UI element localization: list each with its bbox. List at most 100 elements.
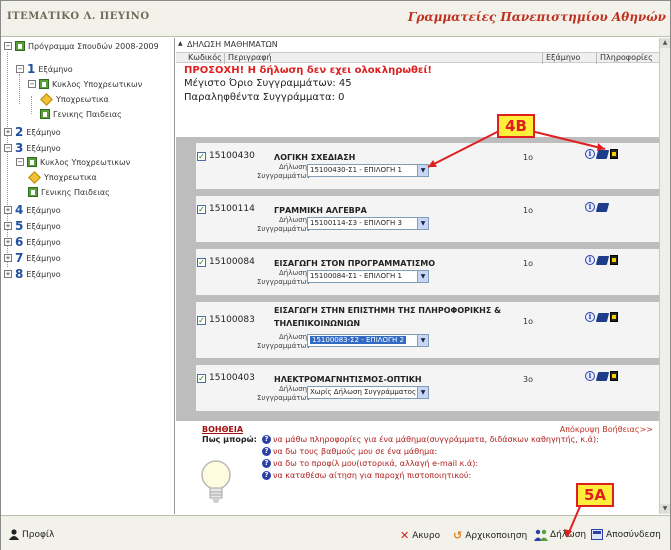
course-row: ✓ 15100114 ΓΡΑΜΜΙΚΗ ΑΛΓΕΒΡΑ Δήλωση Συγγρ…: [196, 196, 659, 242]
tree-semester-1[interactable]: − 1 Εξάμηνο: [16, 62, 73, 76]
reset-button[interactable]: ↺ Αρχικοποιηση: [453, 529, 527, 542]
collapse-icon[interactable]: −: [16, 158, 24, 166]
brand-logo-text: ΙΤΕΜΑΤΙΚΟ Λ. ΠΕΥΙΝΟ: [7, 11, 150, 22]
help-link-profile[interactable]: ? να δω το προφίλ μου(ιστορικά, αλλαγή e-…: [262, 459, 478, 468]
tree-leaf-general[interactable]: Γενικης Παιδειας: [40, 109, 122, 119]
help-title: ΒΟΗΘΕΙΑ: [202, 425, 244, 434]
books-icon[interactable]: [595, 313, 610, 322]
book-select[interactable]: Χωρίς Δήλωση Συγγράμματος ▼: [307, 386, 429, 399]
course-info-icons: i: [585, 312, 618, 322]
course-name-line: ΤΗΛΕΠΙΚΟΙΝΩΝΙΩΝ: [274, 319, 361, 328]
help-link-certificate[interactable]: ? να καταθέσω αίτηση για παροχή πιστοποιη…: [262, 471, 471, 480]
books-label: Συγγραμμάτων: [257, 172, 311, 180]
semester-number: 6: [15, 235, 24, 249]
semester-label: Εξάμηνο: [26, 221, 61, 231]
chevron-down-icon[interactable]: ▼: [417, 165, 428, 176]
hide-help-link[interactable]: Απόκρυψη Βοήθειας>>: [560, 425, 653, 434]
leaf-label: Γενικης Παιδειας: [41, 187, 110, 197]
collapse-icon[interactable]: −: [28, 80, 36, 88]
chevron-down-icon[interactable]: ▼: [417, 387, 428, 398]
branch-label: Κυκλος Υποχρεωτικων: [52, 79, 143, 89]
chevron-down-icon[interactable]: ▼: [417, 335, 428, 346]
grades-icon[interactable]: [610, 149, 618, 159]
expand-icon[interactable]: +: [4, 128, 12, 136]
help-link-text: να δω το προφίλ μου(ιστορικά, αλλαγή e-m…: [273, 459, 479, 468]
tree-root[interactable]: − Πρόγραμμα Σπουδών 2008-2009: [4, 41, 168, 51]
expand-icon[interactable]: +: [4, 222, 12, 230]
grades-icon[interactable]: [610, 312, 618, 322]
semester-number: 5: [15, 219, 24, 233]
book-select[interactable]: 15100114-Σ3 - ΕΠΙΛΟΓΗ 3 ▼: [307, 217, 429, 230]
max-books-text: Μέγιστο Όριο Συγγραμμάτων: 45: [184, 78, 352, 89]
cancel-button[interactable]: ✕ Ακυρο: [400, 529, 440, 542]
tree-semester-6[interactable]: + 6 Εξάμηνο: [4, 235, 61, 249]
logout-label: Αποσύνδεση: [606, 529, 661, 540]
books-icon[interactable]: [595, 203, 610, 212]
logout-button[interactable]: Αποσύνδεση: [591, 529, 661, 540]
course-checkbox[interactable]: ✓: [197, 316, 206, 325]
tree-semester-7[interactable]: + 7 Εξάμηνο: [4, 251, 61, 265]
book-select[interactable]: 15100084-Σ1 - ΕΠΙΛΟΓΗ 1 ▼: [307, 270, 429, 283]
col-code: Κωδικός: [188, 53, 222, 62]
expand-icon[interactable]: +: [4, 206, 12, 214]
course-semester: 3ο: [523, 375, 533, 384]
books-icon[interactable]: [595, 256, 610, 265]
col-info: Πληροφορίες: [596, 53, 653, 64]
declaration-panel: ΔΗΛΩΣΗ ΜΑΘΗΜΑΤΩΝ Κωδικός Περιγραφή Εξάμη…: [176, 38, 659, 514]
declaration-label: Δήλωση: [279, 163, 308, 171]
course-checkbox[interactable]: ✓: [197, 374, 206, 383]
book-select[interactable]: 15100083-Σ2 - ΕΠΙΛΟΓΗ 2 ▼: [307, 334, 429, 347]
grades-icon[interactable]: [610, 371, 618, 381]
semester-number: 8: [15, 267, 24, 281]
tree-connector: [31, 96, 32, 114]
info-icon[interactable]: i: [585, 255, 595, 265]
expand-icon[interactable]: +: [4, 238, 12, 246]
collapse-icon[interactable]: −: [16, 65, 24, 73]
info-icon[interactable]: i: [585, 149, 595, 159]
tree-branch-required[interactable]: − Κυκλος Υποχρεωτικων: [16, 157, 130, 167]
tree-semester-3[interactable]: − 3 Εξάμηνο: [4, 141, 61, 155]
expand-icon[interactable]: +: [4, 254, 12, 262]
question-icon: ?: [262, 459, 271, 468]
tree-leaf-required[interactable]: Υποχρεωτικα: [40, 93, 109, 106]
declare-button[interactable]: Δήλωση: [534, 529, 586, 541]
scroll-up-icon[interactable]: ▲: [660, 38, 670, 48]
course-checkbox[interactable]: ✓: [197, 258, 206, 267]
tree-branch-required[interactable]: − Κυκλος Υποχρεωτικων: [28, 79, 142, 89]
grades-icon[interactable]: [610, 255, 618, 265]
course-name-line: ΕΙΣΑΓΩΓΗ ΣΤΗΝ ΕΠΙΣΤΗΜΗ ΤΗΣ ΠΛΗΡΟΦΟΡΙΚΗΣ …: [274, 306, 502, 315]
vertical-scrollbar[interactable]: ▲ ▼: [659, 38, 670, 514]
tree-leaf-general[interactable]: Γενικης Παιδειας: [28, 187, 110, 197]
curriculum-tree: − Πρόγραμμα Σπουδών 2008-2009 − 1 Εξάμην…: [1, 38, 175, 514]
help-link-grades[interactable]: ? να δω τους βαθμούς μου σε ένα μάθημα:: [262, 447, 437, 456]
help-link-course-info[interactable]: ? να μάθω πληροφορίες για ένα μάθημα(συγγ…: [262, 435, 599, 444]
info-icon[interactable]: i: [585, 371, 595, 381]
collapse-icon[interactable]: −: [4, 42, 12, 50]
tree-semester-5[interactable]: + 5 Εξάμηνο: [4, 219, 61, 233]
chevron-down-icon[interactable]: ▼: [417, 218, 428, 229]
book-icon: [27, 157, 37, 167]
expand-icon[interactable]: +: [4, 270, 12, 278]
tree-semester-8[interactable]: + 8 Εξάμηνο: [4, 267, 61, 281]
book-select-value: 15100430-Σ1 - ΕΠΙΛΟΓΗ 1: [310, 166, 402, 174]
declaration-label: Δήλωση: [279, 216, 308, 224]
profile-button[interactable]: Προφίλ: [9, 529, 54, 540]
course-info-icons: i: [585, 202, 610, 212]
semester-number: 1: [27, 62, 36, 76]
column-header-row: Κωδικός Περιγραφή Εξάμηνο Πληροφορίες: [176, 52, 659, 64]
info-icon[interactable]: i: [585, 312, 595, 322]
section-title[interactable]: ΔΗΛΩΣΗ ΜΑΘΗΜΑΤΩΝ: [176, 40, 659, 51]
chevron-down-icon[interactable]: ▼: [417, 271, 428, 282]
books-icon[interactable]: [595, 372, 610, 381]
collapse-icon[interactable]: −: [4, 144, 12, 152]
books-icon[interactable]: [595, 150, 610, 159]
info-icon[interactable]: i: [585, 202, 595, 212]
course-checkbox[interactable]: ✓: [197, 205, 206, 214]
tree-semester-2[interactable]: + 2 Εξάμηνο: [4, 125, 61, 139]
tree-semester-4[interactable]: + 4 Εξάμηνο: [4, 203, 61, 217]
tree-leaf-required[interactable]: Υποχρεωτικα: [28, 171, 97, 184]
book-select[interactable]: 15100430-Σ1 - ΕΠΙΛΟΓΗ 1 ▼: [307, 164, 429, 177]
book-icon: [28, 187, 38, 197]
scroll-down-icon[interactable]: ▼: [660, 504, 670, 514]
course-checkbox[interactable]: ✓: [197, 152, 206, 161]
